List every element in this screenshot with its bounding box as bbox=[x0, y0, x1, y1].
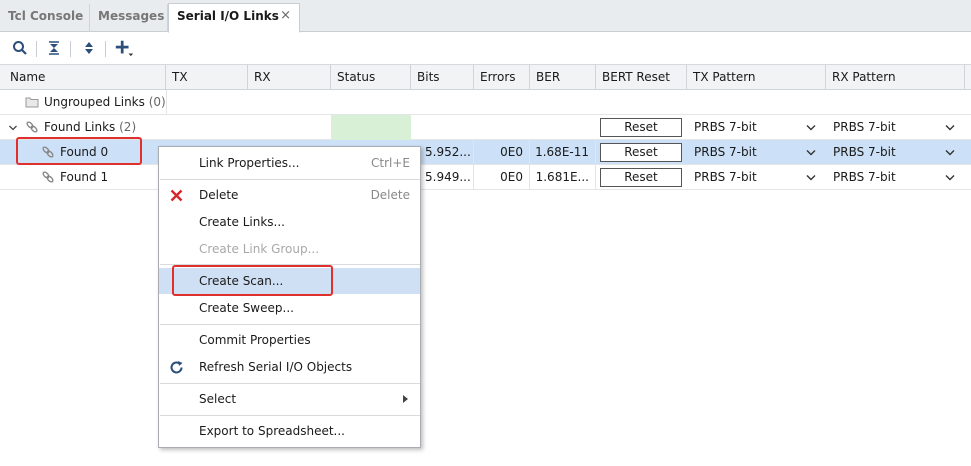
cell-divider bbox=[166, 90, 167, 115]
table-header: Name TX RX Status Bits Errors BER BERT R… bbox=[0, 65, 971, 90]
tx-pattern-select[interactable]: PRBS 7-bit bbox=[694, 115, 816, 140]
table-row[interactable]: Found 0 5.952... 0E0 1.68E-11 Reset PRBS… bbox=[0, 140, 971, 165]
group-label: Ungrouped Links (0) bbox=[44, 90, 166, 115]
table-row[interactable]: Ungrouped Links (0) bbox=[0, 90, 971, 115]
bert-reset-button[interactable]: Reset bbox=[600, 168, 682, 187]
tab-label: Messages bbox=[98, 9, 165, 23]
column-header-bert-reset[interactable]: BERT Reset bbox=[596, 65, 687, 90]
menu-item-label: Export to Spreadsheet... bbox=[199, 424, 345, 438]
refresh-icon bbox=[170, 361, 183, 374]
chevron-down-icon bbox=[806, 150, 816, 156]
menu-item-label: Commit Properties bbox=[199, 333, 311, 347]
chevron-down-icon bbox=[806, 175, 816, 181]
menu-separator bbox=[160, 383, 420, 384]
rx-pattern-value: PRBS 7-bit bbox=[833, 170, 896, 184]
tab-label: Serial I/O Links bbox=[177, 9, 279, 23]
menu-item-refresh[interactable]: Refresh Serial I/O Objects bbox=[159, 354, 420, 380]
menu-item-create-sweep[interactable]: Create Sweep... bbox=[159, 295, 420, 321]
menu-item-label: Create Link Group... bbox=[199, 242, 320, 256]
column-header-tx[interactable]: TX bbox=[166, 65, 248, 90]
errors-value: 0E0 bbox=[474, 140, 530, 165]
menu-item-commit-properties[interactable]: Commit Properties bbox=[159, 327, 420, 353]
menu-separator bbox=[160, 415, 420, 416]
menu-item-label: Delete bbox=[199, 188, 239, 202]
group-name: Ungrouped Links bbox=[44, 95, 145, 109]
status-indicator bbox=[331, 115, 411, 140]
bert-reset-button[interactable]: Reset bbox=[600, 118, 682, 137]
search-icon[interactable] bbox=[10, 38, 30, 58]
menu-item-label: Refresh Serial I/O Objects bbox=[199, 360, 353, 374]
ber-value: 1.68E-11 bbox=[530, 140, 596, 165]
folder-icon bbox=[25, 97, 39, 108]
column-header-tx-pattern[interactable]: TX Pattern bbox=[687, 65, 826, 90]
menu-item-export-spreadsheet[interactable]: Export to Spreadsheet... bbox=[159, 418, 420, 444]
menu-item-label: Create Links... bbox=[199, 215, 285, 229]
rx-pattern-select[interactable]: PRBS 7-bit bbox=[833, 165, 955, 190]
menu-item-create-link-group: Create Link Group... bbox=[159, 236, 420, 262]
bert-reset-button[interactable]: Reset bbox=[600, 143, 682, 162]
close-icon[interactable]: × bbox=[280, 4, 291, 28]
table-row[interactable]: Found Links (2) Reset PRBS 7-bit PRBS 7-… bbox=[0, 115, 971, 140]
rx-pattern-select[interactable]: PRBS 7-bit bbox=[833, 115, 955, 140]
collapse-all-icon[interactable] bbox=[44, 38, 64, 58]
tx-pattern-value: PRBS 7-bit bbox=[694, 120, 757, 134]
expand-all-icon[interactable] bbox=[79, 38, 99, 58]
chevron-down-icon bbox=[806, 125, 816, 131]
toolbar-separator bbox=[70, 41, 71, 57]
menu-item-link-properties[interactable]: Link Properties... Ctrl+E bbox=[159, 150, 420, 176]
tab-messages[interactable]: Messages bbox=[90, 4, 168, 32]
chevron-down-icon bbox=[945, 175, 955, 181]
menu-item-select[interactable]: Select bbox=[159, 386, 420, 412]
link-group-icon bbox=[26, 121, 38, 133]
context-menu: Link Properties... Ctrl+E Delete Delete … bbox=[158, 146, 421, 448]
link-icon bbox=[42, 171, 54, 183]
chevron-down-icon bbox=[945, 150, 955, 156]
table-row[interactable]: Found 1 5.949... 0E0 1.681E... Reset PRB… bbox=[0, 165, 971, 190]
column-header-rx[interactable]: RX bbox=[248, 65, 331, 90]
submenu-arrow-icon bbox=[403, 395, 408, 403]
chevron-down-icon bbox=[945, 125, 955, 131]
column-header-errors[interactable]: Errors bbox=[474, 65, 530, 90]
annotation-highlight-found-0 bbox=[16, 137, 142, 165]
chevron-down-icon[interactable] bbox=[8, 123, 18, 133]
tx-pattern-value: PRBS 7-bit bbox=[694, 170, 757, 184]
group-count: (2) bbox=[119, 120, 137, 134]
menu-item-label: Select bbox=[199, 392, 237, 406]
tab-serial-io-links[interactable]: Serial I/O Links × bbox=[168, 3, 300, 33]
tx-pattern-select[interactable]: PRBS 7-bit bbox=[694, 140, 816, 165]
tx-pattern-value: PRBS 7-bit bbox=[694, 145, 757, 159]
add-icon[interactable] bbox=[114, 38, 134, 58]
menu-item-label: Link Properties... bbox=[199, 156, 300, 170]
errors-value: 0E0 bbox=[474, 165, 530, 190]
toolbar-separator bbox=[105, 41, 106, 57]
rx-pattern-value: PRBS 7-bit bbox=[833, 120, 896, 134]
column-header-name[interactable]: Name bbox=[0, 65, 166, 90]
menu-item-shortcut: Delete bbox=[370, 188, 410, 202]
rx-pattern-value: PRBS 7-bit bbox=[833, 145, 896, 159]
menu-item-create-links[interactable]: Create Links... bbox=[159, 209, 420, 235]
menu-item-delete[interactable]: Delete Delete bbox=[159, 182, 420, 208]
menu-item-shortcut: Ctrl+E bbox=[371, 156, 410, 170]
annotation-highlight-create-scan bbox=[172, 265, 333, 296]
column-header-rx-pattern[interactable]: RX Pattern bbox=[826, 65, 965, 90]
link-name: Found 1 bbox=[60, 170, 109, 184]
rx-pattern-select[interactable]: PRBS 7-bit bbox=[833, 140, 955, 165]
menu-item-label: Create Sweep... bbox=[199, 301, 294, 315]
ber-value: 1.681E... bbox=[530, 165, 596, 190]
tx-pattern-select[interactable]: PRBS 7-bit bbox=[694, 165, 816, 190]
group-name: Found Links bbox=[44, 120, 116, 134]
toolbar-separator bbox=[36, 41, 37, 57]
menu-separator bbox=[160, 179, 420, 180]
tab-tcl-console[interactable]: Tcl Console bbox=[0, 4, 90, 32]
group-count: (0) bbox=[148, 95, 166, 109]
tab-label: Tcl Console bbox=[8, 9, 84, 23]
delete-icon bbox=[170, 189, 183, 202]
column-header-ber[interactable]: BER bbox=[530, 65, 596, 90]
tab-bar: Tcl Console Messages Serial I/O Links × bbox=[0, 0, 971, 33]
column-header-bits[interactable]: Bits bbox=[411, 65, 474, 90]
toolbar bbox=[0, 33, 971, 65]
column-header-status[interactable]: Status bbox=[331, 65, 411, 90]
menu-separator bbox=[160, 324, 420, 325]
